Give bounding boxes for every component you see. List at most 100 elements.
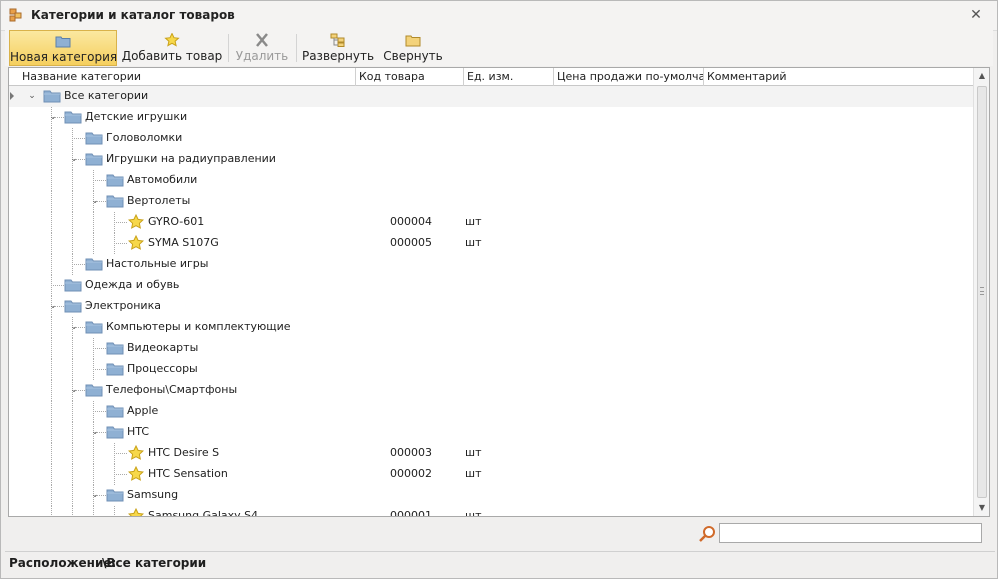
tree-line [93, 411, 106, 412]
category-tree-grid[interactable]: Название категории Код товара Ед. изм. Ц… [8, 67, 990, 517]
tree-line [93, 212, 94, 233]
star-icon [127, 507, 145, 516]
product-row[interactable]: SYMA S107G 000005 шт [9, 233, 974, 254]
category-row[interactable]: ⌄ Электроника [9, 296, 974, 317]
scrollbar-thumb[interactable] [977, 86, 987, 498]
product-row[interactable]: GYRO-601 000004 шт [9, 212, 974, 233]
scroll-down-icon[interactable]: ▼ [974, 500, 989, 516]
star-icon [127, 465, 145, 482]
column-header-price[interactable]: Цена продажи по-умолча... [554, 68, 704, 86]
star-icon [127, 444, 145, 461]
category-row[interactable]: Одежда и обувь [9, 275, 974, 296]
folder-icon [106, 173, 124, 187]
expand-button[interactable]: Развернуть [299, 30, 377, 66]
folder-icon [64, 110, 82, 124]
grid-header: Название категории Код товара Ед. изм. Ц… [9, 68, 974, 86]
delete-x-icon [256, 33, 268, 47]
category-row[interactable]: ⌄ Все категории [9, 86, 974, 107]
column-header-unit[interactable]: Ед. изм. [464, 68, 554, 86]
collapse-button[interactable]: Свернуть [379, 30, 447, 66]
tree-line [72, 170, 73, 191]
row-unit: шт [465, 509, 482, 516]
row-unit: шт [465, 236, 482, 249]
expand-chevron-icon[interactable]: ⌄ [48, 111, 58, 123]
expand-chevron-icon[interactable]: ⌄ [48, 300, 58, 312]
row-name: Игрушки на радиуправлении [106, 152, 276, 165]
search-input[interactable] [719, 523, 982, 543]
tree-line [51, 464, 52, 485]
expand-chevron-icon[interactable]: ⌄ [69, 153, 79, 165]
row-code: 000004 [390, 215, 432, 228]
category-row[interactable]: Автомобили [9, 170, 974, 191]
row-indicator-icon [10, 92, 14, 100]
row-name: HTC Desire S [148, 446, 220, 459]
tree-line [93, 348, 106, 349]
expand-tree-icon [330, 33, 345, 47]
category-row[interactable]: ⌄ Samsung [9, 485, 974, 506]
product-row[interactable]: HTC Desire S 000003 шт [9, 443, 974, 464]
tree-line [114, 222, 127, 223]
category-row[interactable]: Видеокарты [9, 338, 974, 359]
row-code: 000001 [390, 509, 432, 516]
tree-line [51, 170, 52, 191]
category-row[interactable]: ⌄ Компьютеры и комплектующие [9, 317, 974, 338]
category-row[interactable]: Настольные игры [9, 254, 974, 275]
column-header-comment[interactable]: Комментарий [704, 68, 974, 86]
window-title: Категории и каталог товаров [31, 8, 235, 22]
column-header-name[interactable]: Название категории [19, 68, 356, 86]
star-icon [164, 33, 180, 47]
row-name: Видеокарты [127, 341, 199, 354]
column-header-code[interactable]: Код товара [356, 68, 464, 86]
row-name: GYRO-601 [148, 215, 205, 228]
toolbar-separator [296, 34, 297, 62]
expand-chevron-icon[interactable]: ⌄ [90, 195, 100, 207]
category-row[interactable]: Apple [9, 401, 974, 422]
tree-line [72, 338, 73, 359]
expand-chevron-icon[interactable]: ⌄ [69, 384, 79, 396]
expand-chevron-icon[interactable]: ⌄ [69, 321, 79, 333]
expand-chevron-icon[interactable]: ⌄ [90, 426, 100, 438]
tree-line [114, 243, 127, 244]
tree-line [72, 359, 73, 380]
tree-line [93, 506, 94, 516]
expand-chevron-icon[interactable]: ⌄ [27, 90, 37, 102]
folder-icon [85, 257, 103, 271]
search-bar [8, 519, 990, 549]
folder-icon [106, 488, 124, 502]
category-row[interactable]: Процессоры [9, 359, 974, 380]
tree-line [51, 506, 52, 516]
product-row[interactable]: Samsung Galaxy S4 000001 шт [9, 506, 974, 516]
product-row[interactable]: HTC Sensation 000002 шт [9, 464, 974, 485]
tree-line [72, 485, 73, 506]
row-name: Компьютеры и комплектующие [106, 320, 291, 333]
scroll-up-icon[interactable]: ▲ [974, 68, 989, 84]
category-row[interactable]: Головоломки [9, 128, 974, 149]
location-value: \Все категории [102, 556, 207, 570]
category-row[interactable]: ⌄ Вертолеты [9, 191, 974, 212]
new-category-button[interactable]: Новая категория [9, 30, 117, 66]
category-row[interactable]: ⌄ Детские игрушки [9, 107, 974, 128]
folder-icon [85, 152, 103, 166]
row-name: Samsung Galaxy S4 [148, 509, 259, 516]
category-row[interactable]: ⌄ Игрушки на радиуправлении [9, 149, 974, 170]
vertical-scrollbar[interactable]: ▲ ▼ [973, 68, 989, 516]
expand-chevron-icon[interactable]: ⌄ [90, 489, 100, 501]
search-icon[interactable] [698, 525, 716, 543]
add-product-button[interactable]: Добавить товар [119, 30, 225, 66]
row-unit: шт [465, 467, 482, 480]
row-code: 000003 [390, 446, 432, 459]
row-unit: шт [465, 446, 482, 459]
tree-line [51, 380, 52, 401]
delete-label: Удалить [235, 49, 289, 63]
delete-button[interactable]: Удалить [231, 30, 293, 66]
tree-line [51, 254, 52, 275]
tree-line [72, 401, 73, 422]
tree-line [51, 443, 52, 464]
category-row[interactable]: ⌄ Телефоны\Смартфоны [9, 380, 974, 401]
category-row[interactable]: ⌄ HTC [9, 422, 974, 443]
location-label: Расположение: [9, 556, 117, 570]
catalog-icon [9, 8, 22, 22]
row-name: Одежда и обувь [85, 278, 180, 291]
close-icon[interactable]: ✕ [969, 8, 983, 22]
row-name: SYMA S107G [148, 236, 219, 249]
